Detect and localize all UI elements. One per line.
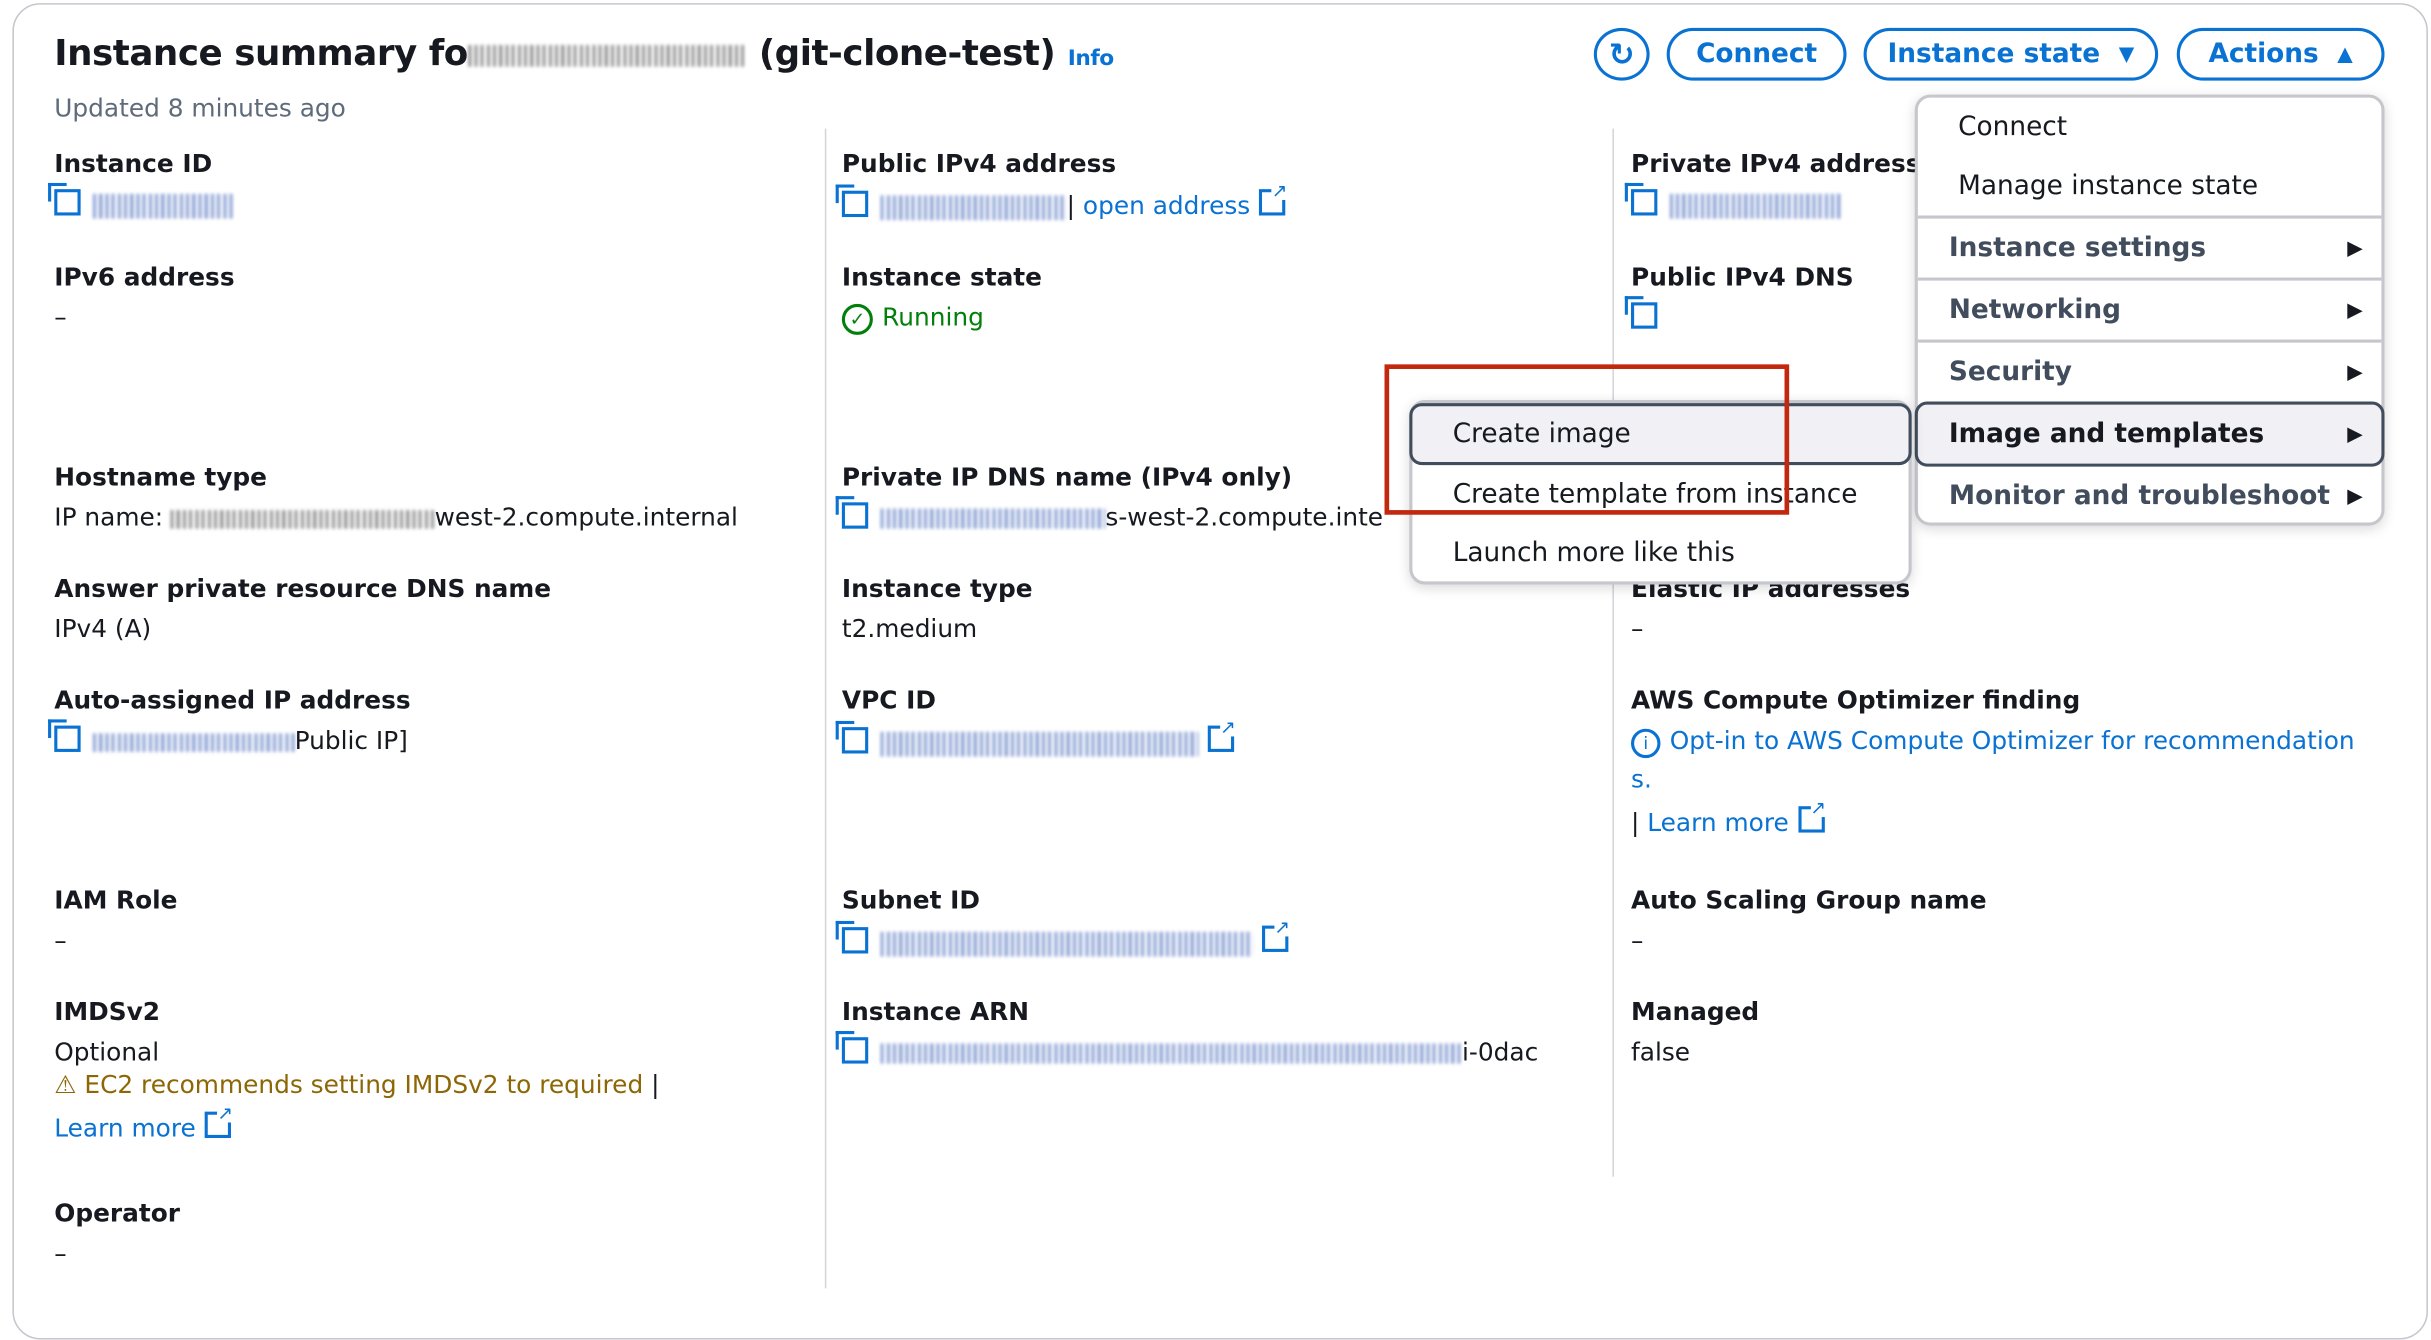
field-auto-assigned-ip: Auto-assigned IP address Public IP]	[48, 685, 411, 756]
menu-group-instance-settings[interactable]: Instance settings ▶	[1918, 219, 2382, 278]
learn-more-link[interactable]: Learn more	[1647, 808, 1788, 837]
menu-group-image-and-templates[interactable]: Image and templates ▶	[1914, 401, 2385, 467]
external-link-icon	[1259, 181, 1288, 216]
field-ipv6: IPv6 address –	[54, 262, 235, 332]
menu-group-security[interactable]: Security ▶	[1918, 343, 2382, 402]
column-divider	[1612, 128, 1614, 1177]
connect-button[interactable]: Connect	[1666, 27, 1847, 81]
field-public-ipv4: Public IPv4 address | open address	[835, 149, 1288, 220]
field-iam-role: IAM Role –	[54, 885, 178, 956]
field-instance-id: Instance ID	[48, 149, 233, 219]
caret-right-icon: ▶	[2347, 236, 2363, 260]
copy-icon[interactable]	[1624, 182, 1658, 216]
image-and-templates-submenu: Create image Create template from instan…	[1409, 400, 1912, 585]
actions-button[interactable]: Actions ▲	[2176, 27, 2385, 81]
learn-more-link[interactable]: Learn more	[54, 1103, 659, 1143]
external-link-icon[interactable]	[1262, 917, 1290, 952]
field-imdsv2: IMDSv2 Optional ⚠ EC2 recommends setting …	[54, 997, 659, 1143]
caret-down-icon: ▼	[2118, 42, 2135, 66]
copy-icon[interactable]	[835, 184, 869, 218]
field-asg-name: Auto Scaling Group name –	[1631, 885, 1987, 956]
instance-state-button[interactable]: Instance state ▼	[1863, 27, 2159, 81]
updated-timestamp: Updated 8 minutes ago	[54, 93, 346, 123]
external-link-icon	[205, 1103, 233, 1138]
redacted-instance-id	[467, 44, 747, 66]
field-subnet-id: Subnet ID	[835, 885, 1290, 956]
column-divider	[824, 128, 827, 1289]
field-compute-optimizer: AWS Compute Optimizer finding i Opt-in to…	[1631, 685, 2355, 837]
menu-item-connect[interactable]: Connect	[1918, 98, 2382, 157]
open-address-link[interactable]: open address	[1083, 191, 1250, 220]
field-managed: Managed false	[1631, 996, 1760, 1067]
copy-icon[interactable]	[48, 182, 81, 216]
info-link[interactable]: Info	[1068, 47, 1114, 72]
copy-icon[interactable]	[835, 720, 869, 754]
field-instance-arn: Instance ARN i-0dac	[835, 996, 1539, 1067]
copy-icon[interactable]	[835, 920, 869, 954]
caret-right-icon: ▶	[2347, 422, 2363, 446]
copy-icon[interactable]	[835, 496, 869, 529]
check-circle-icon: ✓	[841, 303, 873, 335]
info-circle-icon: i	[1631, 728, 1661, 759]
refresh-button[interactable]: ↻	[1593, 27, 1650, 81]
copy-icon[interactable]	[835, 1031, 869, 1064]
opt-in-link[interactable]: i Opt-in to AWS Compute Optimizer for rec…	[1631, 726, 2355, 759]
menu-item-launch-more[interactable]: Launch more like this	[1412, 524, 1908, 583]
field-private-ip-dns: Private IP DNS name (IPv4 only) s-west-2.…	[835, 462, 1384, 532]
field-private-ipv4: Private IPv4 addresse	[1624, 149, 1937, 219]
menu-item-create-template[interactable]: Create template from instance	[1412, 465, 1908, 524]
copy-icon[interactable]	[48, 719, 81, 752]
caret-right-icon: ▶	[2347, 360, 2363, 384]
refresh-icon: ↻	[1608, 35, 1635, 73]
menu-item-manage-instance-state[interactable]: Manage instance state	[1918, 157, 2382, 216]
field-instance-type: Instance type t2.medium	[841, 573, 1033, 644]
external-link-icon	[1798, 798, 1826, 833]
menu-group-monitor-and-troubleshoot[interactable]: Monitor and troubleshoot ▶	[1918, 467, 2382, 526]
external-link-icon[interactable]	[1207, 717, 1236, 752]
field-public-ipv4-dns: Public IPv4 DNS	[1624, 262, 1854, 332]
caret-right-icon: ▶	[2347, 298, 2363, 322]
caret-up-icon: ▲	[2337, 42, 2353, 66]
field-answer-dns: Answer private resource DNS name IPv4 (A)	[54, 573, 552, 644]
copy-icon[interactable]	[1624, 296, 1658, 329]
field-vpc-id: VPC ID	[835, 685, 1236, 756]
menu-item-create-image[interactable]: Create image	[1409, 403, 1912, 466]
menu-group-networking[interactable]: Networking ▶	[1918, 281, 2382, 340]
field-instance-state: Instance state ✓ Running	[841, 262, 1042, 335]
caret-right-icon: ▶	[2347, 484, 2363, 508]
field-hostname-type: Hostname type IP name: west-2.compute.int…	[54, 462, 738, 532]
page-title: Instance summary fo (git-clone-test) Info	[54, 34, 1114, 75]
actions-menu: Connect Manage instance state Instance s…	[1914, 94, 2385, 526]
field-operator: Operator –	[54, 1198, 181, 1269]
warning-icon: ⚠	[54, 1069, 77, 1100]
